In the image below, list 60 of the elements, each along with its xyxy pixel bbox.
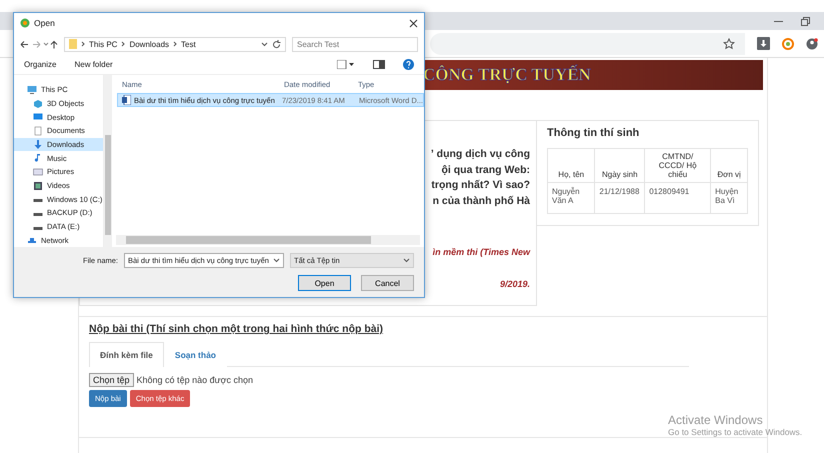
star-icon[interactable] [723,38,735,50]
picture-icon [33,166,43,177]
monitor-icon [27,84,37,95]
banner-title: CÔNG TRỰC TUYẾN [423,65,591,85]
table-cell: 012809491 [644,182,711,214]
watermark-text: Go to Settings to activate Windows. [668,427,802,437]
column-header: Họ, tên [548,148,595,182]
question-text: trọng nhất? Vì sao? [431,178,530,193]
breadcrumb-item[interactable]: Test [181,40,196,48]
word-document-icon [122,95,131,105]
network-icon [27,235,37,246]
chevron-icon [173,41,178,47]
breadcrumb-item[interactable]: This PC [89,40,118,48]
table-cell: Nguyễn Văn A [548,182,595,214]
preview-pane-icon[interactable] [373,60,385,69]
column-header: CMTND/ CCCD/ Hộ chiếu [644,148,711,182]
column-header: Ngày sinh [594,148,645,182]
chevron-icon [121,41,126,47]
section-heading: Nộp bài thi (Thí sinh chọn một trong hai hình thức nộp bài) [89,323,384,335]
folder-icon [69,39,77,49]
desktop-icon [33,112,43,122]
close-icon[interactable] [409,18,418,28]
app-logo-icon [20,18,30,28]
view-options-icon[interactable] [337,60,355,69]
table-cell: Huyện Ba Vì [710,182,748,214]
cube-icon [33,98,43,108]
column-header: Đơn vị [710,148,748,182]
help-icon[interactable] [403,59,414,70]
cancel-button[interactable]: Cancel [361,275,414,291]
note-text: 9/2019. [500,279,530,289]
panel-title: Thông tin thí sinh [547,127,640,139]
dropdown-icon [273,258,280,262]
choose-file-button[interactable]: Chọn tệp [89,373,134,387]
question-text: ʼ dụng dịch vụ công [430,147,530,162]
open-button[interactable]: Open [298,275,351,291]
extension-icon[interactable] [782,38,794,50]
dropdown-icon [403,258,410,262]
tab[interactable]: Đính kèm file [89,342,164,367]
question-text: n của thành phố Hà [432,194,530,208]
dialog-title: Open [34,18,56,28]
file-status: Không có tệp nào được chọn [136,375,254,385]
restore-icon [801,16,810,26]
refresh-icon[interactable] [272,40,281,48]
table-cell: 21/12/1988 [594,182,645,214]
question-text: ội qua trang Web: [442,162,530,178]
new-folder-button[interactable]: New folder [74,60,113,69]
music-note-icon [33,153,43,164]
navigation-arrows-icon[interactable] [20,40,58,48]
watermark-title: Activate Windows [668,413,764,427]
search-field[interactable]: Search Test [292,36,418,52]
dropdown-icon[interactable] [261,42,268,46]
download-icon[interactable] [757,37,770,50]
profile-icon[interactable] [806,38,818,50]
video-icon [33,180,43,191]
download-icon [33,140,43,150]
organize-button[interactable]: Organize [24,60,56,69]
note-text: ìn mềm thi (Times New [432,247,530,257]
chevron-icon [81,41,85,47]
document-icon [33,126,43,136]
breadcrumb-item[interactable]: Downloads [129,40,170,48]
